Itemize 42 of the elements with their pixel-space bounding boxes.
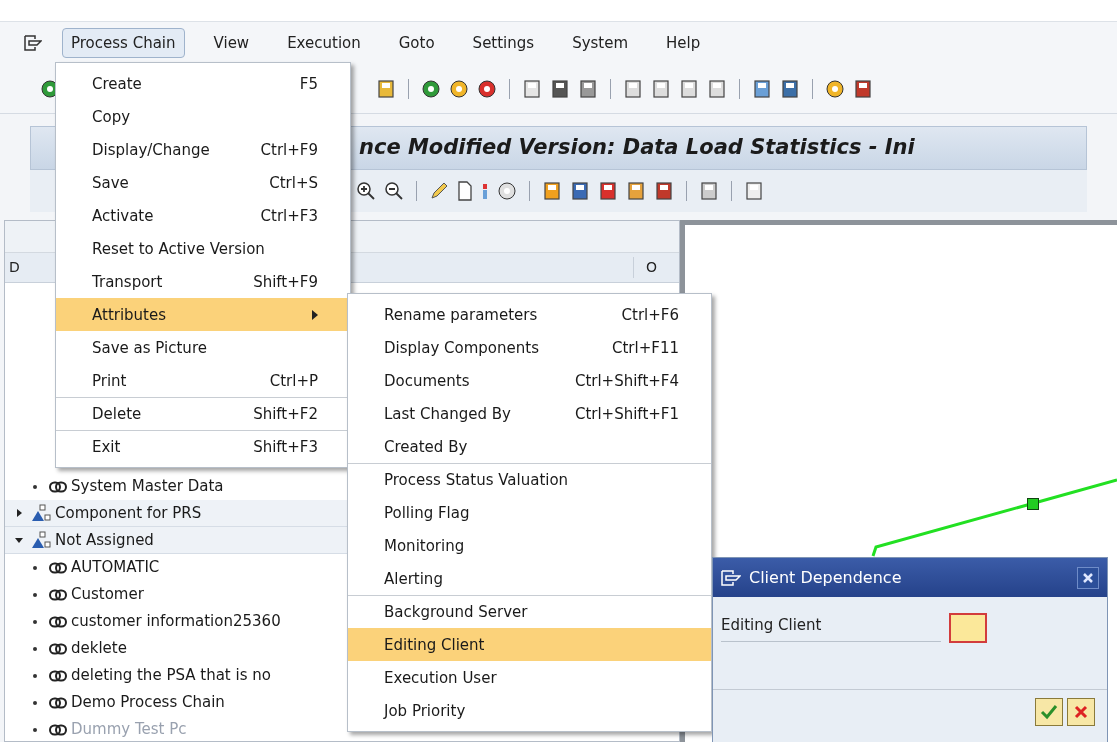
menu-item[interactable]: Alerting [348,562,711,595]
menu-item[interactable]: Create F5 [56,67,350,100]
menu-item[interactable]: Copy [56,100,350,133]
menu-bar-item[interactable]: Help [657,27,710,59]
tree-item[interactable]: System Master Data [71,475,224,498]
menu-item[interactable]: Job Priority [348,694,711,727]
menu-bar-item[interactable]: Execution [278,27,370,59]
menu-bar-item[interactable]: Settings [463,27,544,59]
tree-item[interactable]: Demo Process Chain [71,691,225,714]
dialog-title: Client Dependence [749,566,903,589]
menu-item[interactable]: Polling Flag [348,496,711,529]
tree-item[interactable]: Component for PRS [55,501,202,525]
tree-item[interactable]: Customer [71,583,144,606]
menu-item[interactable]: Save Ctrl+S [56,166,350,199]
menu-bar-item[interactable]: View [204,27,259,59]
menu-item[interactable]: Last Changed By Ctrl+Shift+F1 [348,397,711,430]
field-label: Editing Client [721,614,941,642]
tree-item[interactable]: deklete [71,637,127,660]
tree-item[interactable]: customer information25360 [71,610,281,633]
tree-item[interactable]: Not Assigned [55,528,154,552]
menu-item[interactable]: Print Ctrl+P [56,364,350,397]
menu-item[interactable]: Execution User [348,661,711,694]
menu-bar-item[interactable]: System [563,27,638,59]
menu-item[interactable]: Rename parameters Ctrl+F6 [348,298,711,331]
screen-title: nce Modified Version: Data Load Statistics - Ini [359,134,915,162]
menu-item[interactable]: Editing Client [348,628,711,661]
menu-item[interactable]: Created By [348,430,711,463]
menu-item[interactable]: Documents Ctrl+Shift+F4 [348,364,711,397]
menu-item[interactable]: Transport Shift+F9 [56,265,350,298]
menu-item[interactable]: Save as Picture [56,331,350,364]
menu-item[interactable]: Monitoring [348,529,711,562]
menu-item[interactable]: Attributes [56,298,350,331]
menu-item[interactable]: Reset to Active Version [56,232,350,265]
column-header[interactable]: O [633,257,679,278]
menu-item[interactable]: Display/Change Ctrl+F9 [56,133,350,166]
menu-item[interactable]: Activate Ctrl+F3 [56,199,350,232]
tree-item[interactable]: deleting the PSA that is no [71,664,271,687]
menu-item[interactable]: Process Status Valuation [348,463,711,496]
menu-item[interactable]: Display Components Ctrl+F11 [348,331,711,364]
menu-bar-item[interactable]: Process Chain [62,27,185,59]
menu-bar-item[interactable]: Goto [389,27,444,59]
tree-item[interactable]: AUTOMATIC [71,556,160,579]
